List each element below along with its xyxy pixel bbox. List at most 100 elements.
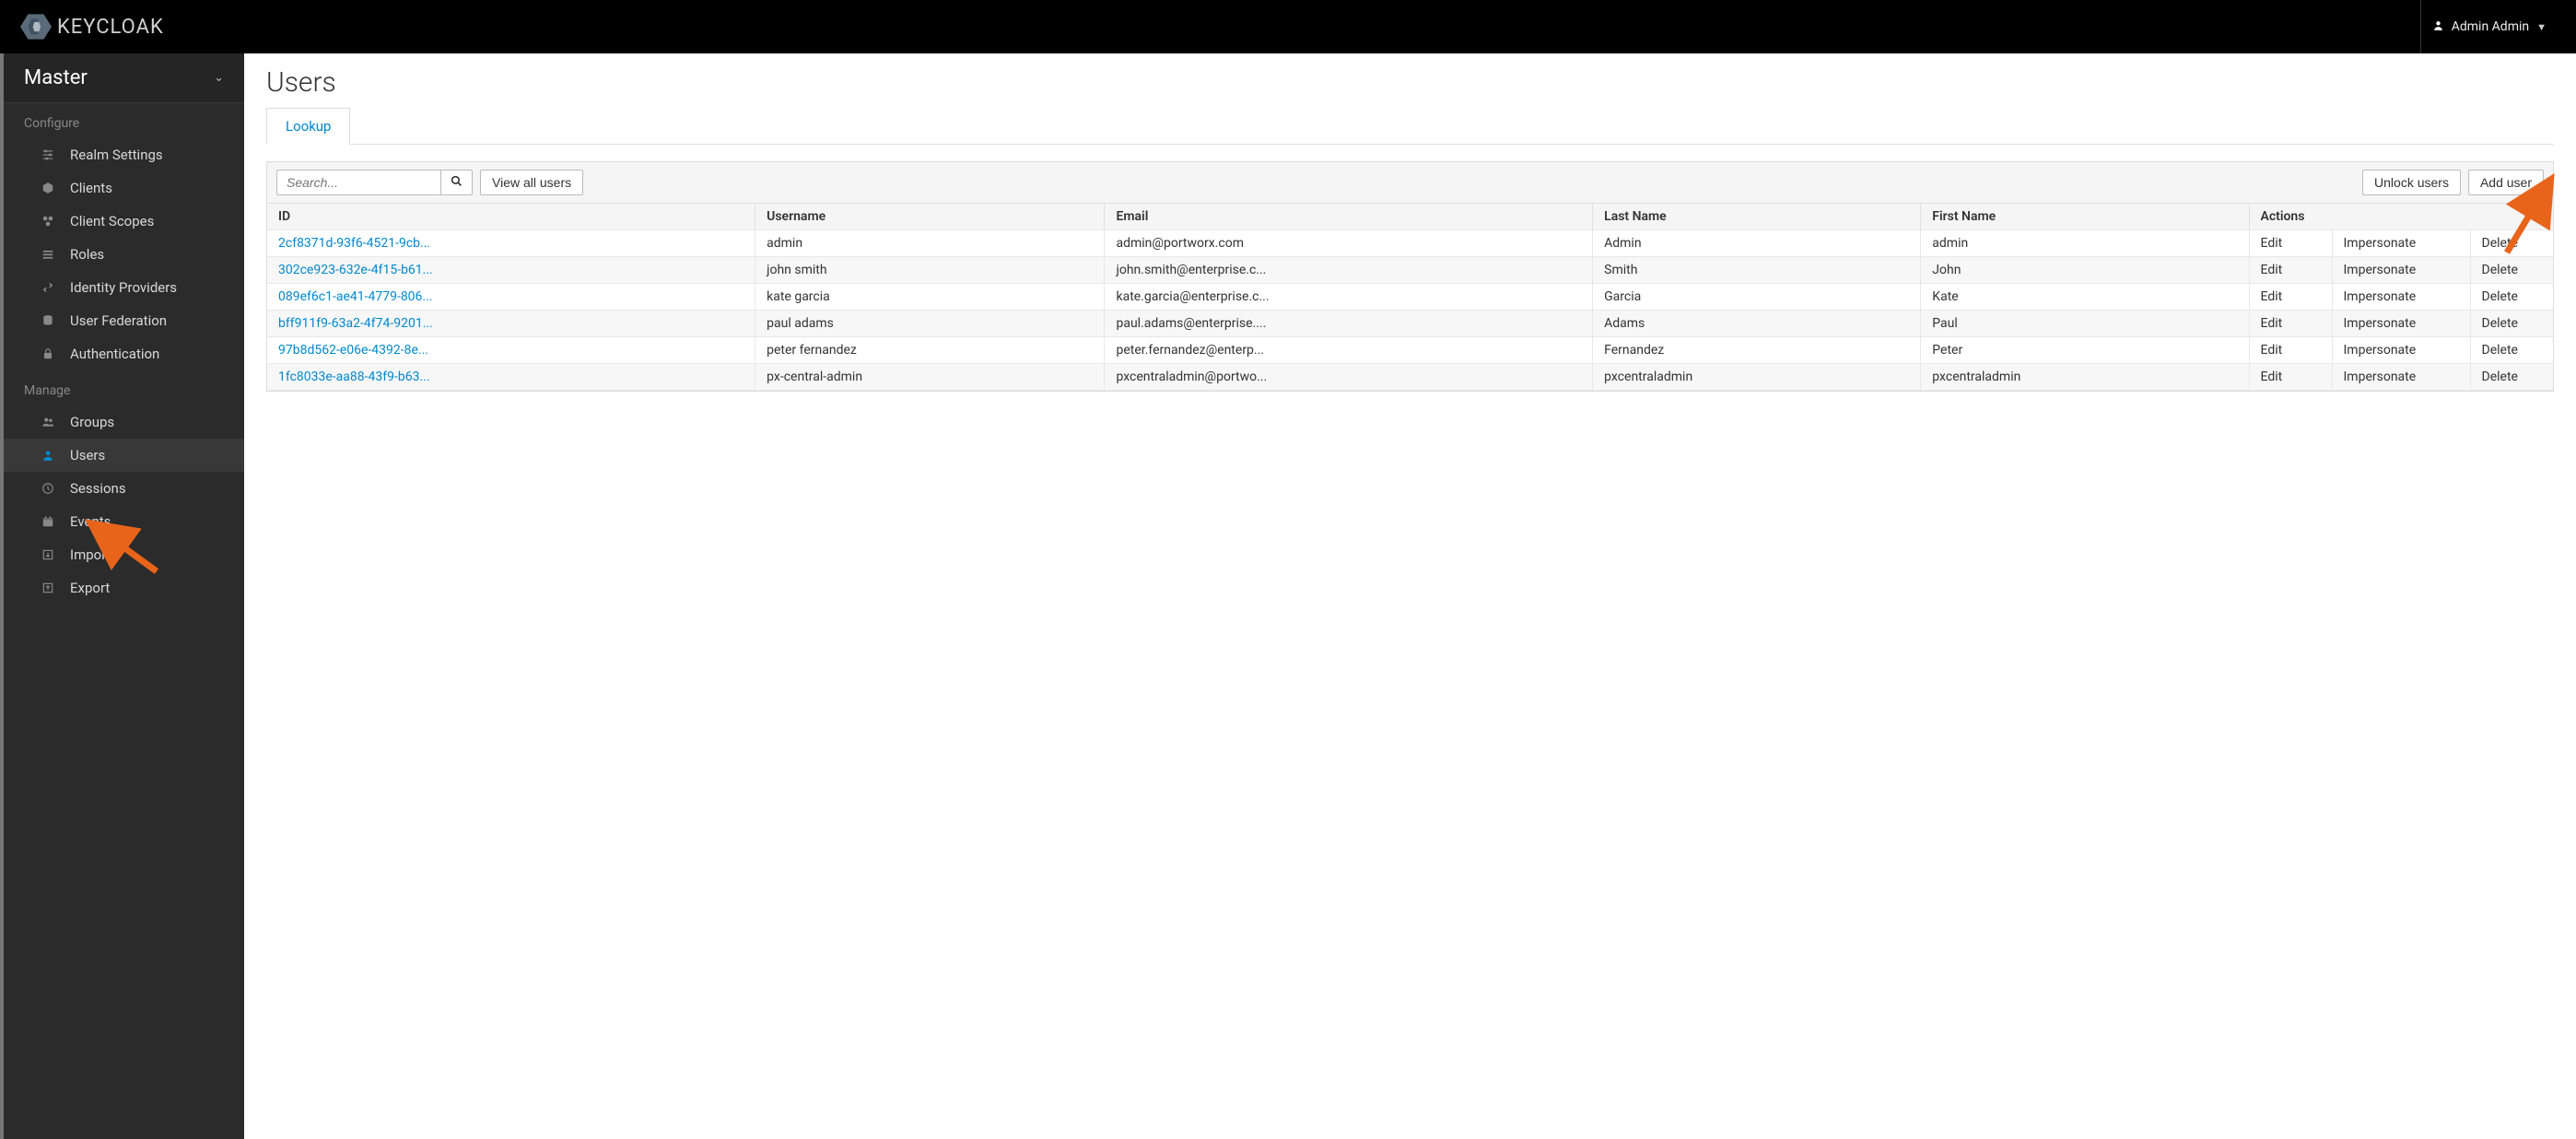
sidebar-item-import[interactable]: Import bbox=[4, 538, 244, 571]
delete-action[interactable]: Delete bbox=[2470, 257, 2553, 284]
sidebar-item-users[interactable]: Users bbox=[4, 439, 244, 472]
page-title: Users bbox=[266, 66, 2554, 99]
cell-email: peter.fernandez@enterp... bbox=[1105, 337, 1593, 364]
keycloak-logo-icon bbox=[20, 11, 52, 42]
cell-last: Garcia bbox=[1593, 284, 1921, 311]
impersonate-action[interactable]: Impersonate bbox=[2332, 284, 2470, 311]
sidebar-item-export[interactable]: Export bbox=[4, 571, 244, 605]
edit-action[interactable]: Edit bbox=[2249, 284, 2332, 311]
search-input[interactable] bbox=[276, 170, 440, 195]
main-content: Users Lookup View all users bbox=[244, 53, 2576, 1139]
clock-icon bbox=[41, 481, 55, 496]
cell-first: Kate bbox=[1921, 284, 2249, 311]
table-row: 1fc8033e-aa88-43f9-b63...px-central-admi… bbox=[267, 364, 2553, 391]
user-id-link[interactable]: 97b8d562-e06e-4392-8e... bbox=[278, 343, 428, 358]
cell-first: Paul bbox=[1921, 311, 2249, 337]
sidebar-item-sessions[interactable]: Sessions bbox=[4, 472, 244, 505]
database-icon bbox=[41, 313, 55, 328]
user-id-link[interactable]: bff911f9-63a2-4f74-9201... bbox=[278, 316, 433, 331]
cell-username: peter fernandez bbox=[755, 337, 1105, 364]
sidebar-item-label: User Federation bbox=[70, 312, 167, 329]
lock-icon bbox=[41, 346, 55, 361]
column-header: Actions bbox=[2249, 204, 2553, 230]
view-all-users-button[interactable]: View all users bbox=[480, 170, 583, 195]
impersonate-action[interactable]: Impersonate bbox=[2332, 311, 2470, 337]
exchange-icon bbox=[41, 280, 55, 295]
cell-first: pxcentraladmin bbox=[1921, 364, 2249, 391]
sidebar-item-label: Clients bbox=[70, 180, 112, 196]
delete-action[interactable]: Delete bbox=[2470, 364, 2553, 391]
user-id-link[interactable]: 1fc8033e-aa88-43f9-b63... bbox=[278, 370, 430, 384]
cell-email: paul.adams@enterprise.... bbox=[1105, 311, 1593, 337]
sidebar-section-label: Manage bbox=[4, 370, 244, 405]
scopes-icon bbox=[41, 214, 55, 229]
unlock-users-button[interactable]: Unlock users bbox=[2362, 170, 2461, 195]
sidebar-item-groups[interactable]: Groups bbox=[4, 405, 244, 439]
sidebar-item-label: Realm Settings bbox=[70, 147, 163, 163]
cell-first: admin bbox=[1921, 230, 2249, 257]
delete-action[interactable]: Delete bbox=[2470, 337, 2553, 364]
cell-email: admin@portworx.com bbox=[1105, 230, 1593, 257]
sidebar-item-authentication[interactable]: Authentication bbox=[4, 337, 244, 370]
chevron-down-icon: ⌄ bbox=[214, 71, 224, 85]
brand-logo[interactable]: KEYCLOAK bbox=[7, 11, 164, 42]
cell-last: Adams bbox=[1593, 311, 1921, 337]
add-user-button[interactable]: Add user bbox=[2468, 170, 2544, 195]
table-row: 2cf8371d-93f6-4521-9cb...adminadmin@port… bbox=[267, 230, 2553, 257]
cube-icon bbox=[41, 181, 55, 195]
edit-action[interactable]: Edit bbox=[2249, 257, 2332, 284]
user-id-link[interactable]: 089ef6c1-ae41-4779-806... bbox=[278, 289, 433, 304]
sidebar-item-user-federation[interactable]: User Federation bbox=[4, 304, 244, 337]
edit-action[interactable]: Edit bbox=[2249, 337, 2332, 364]
sidebar-item-events[interactable]: Events bbox=[4, 505, 244, 538]
search-button[interactable] bbox=[440, 170, 473, 195]
realm-selector[interactable]: Master ⌄ bbox=[4, 53, 244, 103]
top-header: KEYCLOAK Admin Admin ▼ bbox=[0, 0, 2576, 53]
impersonate-action[interactable]: Impersonate bbox=[2332, 257, 2470, 284]
column-header: Email bbox=[1105, 204, 1593, 230]
sidebar-item-roles[interactable]: Roles bbox=[4, 238, 244, 271]
impersonate-action[interactable]: Impersonate bbox=[2332, 364, 2470, 391]
edit-action[interactable]: Edit bbox=[2249, 230, 2332, 257]
sidebar-item-label: Import bbox=[70, 546, 111, 563]
delete-action[interactable]: Delete bbox=[2470, 284, 2553, 311]
tabs: Lookup bbox=[266, 108, 2554, 145]
search-icon bbox=[451, 176, 463, 190]
export-icon bbox=[41, 581, 55, 595]
delete-action[interactable]: Delete bbox=[2470, 230, 2553, 257]
brand-name: KEYCLOAK bbox=[57, 16, 164, 39]
group-icon bbox=[41, 415, 55, 429]
column-header: First Name bbox=[1921, 204, 2249, 230]
cell-username: paul adams bbox=[755, 311, 1105, 337]
import-icon bbox=[41, 547, 55, 562]
delete-action[interactable]: Delete bbox=[2470, 311, 2553, 337]
sidebar-item-label: Export bbox=[70, 580, 110, 596]
user-icon bbox=[2432, 19, 2444, 35]
sidebar-item-identity-providers[interactable]: Identity Providers bbox=[4, 271, 244, 304]
sidebar-item-label: Client Scopes bbox=[70, 213, 154, 229]
edit-action[interactable]: Edit bbox=[2249, 311, 2332, 337]
column-header: ID bbox=[267, 204, 755, 230]
sidebar-item-label: Events bbox=[70, 513, 111, 530]
user-menu[interactable]: Admin Admin ▼ bbox=[2420, 0, 2558, 53]
tab-lookup[interactable]: Lookup bbox=[266, 108, 350, 145]
cell-email: kate.garcia@enterprise.c... bbox=[1105, 284, 1593, 311]
impersonate-action[interactable]: Impersonate bbox=[2332, 230, 2470, 257]
cell-last: Admin bbox=[1593, 230, 1921, 257]
impersonate-action[interactable]: Impersonate bbox=[2332, 337, 2470, 364]
users-table: IDUsernameEmailLast NameFirst NameAction… bbox=[267, 204, 2553, 391]
table-row: 302ce923-632e-4f15-b61...john smithjohn.… bbox=[267, 257, 2553, 284]
edit-action[interactable]: Edit bbox=[2249, 364, 2332, 391]
chevron-down-icon: ▼ bbox=[2536, 21, 2547, 33]
sidebar-item-client-scopes[interactable]: Client Scopes bbox=[4, 205, 244, 238]
cell-username: admin bbox=[755, 230, 1105, 257]
cell-username: john smith bbox=[755, 257, 1105, 284]
cell-last: Smith bbox=[1593, 257, 1921, 284]
user-id-link[interactable]: 302ce923-632e-4f15-b61... bbox=[278, 263, 433, 277]
user-icon bbox=[41, 448, 55, 463]
calendar-icon bbox=[41, 514, 55, 529]
sidebar-item-clients[interactable]: Clients bbox=[4, 171, 244, 205]
user-id-link[interactable]: 2cf8371d-93f6-4521-9cb... bbox=[278, 236, 430, 251]
sidebar-item-realm-settings[interactable]: Realm Settings bbox=[4, 138, 244, 171]
sidebar-item-label: Sessions bbox=[70, 480, 126, 497]
